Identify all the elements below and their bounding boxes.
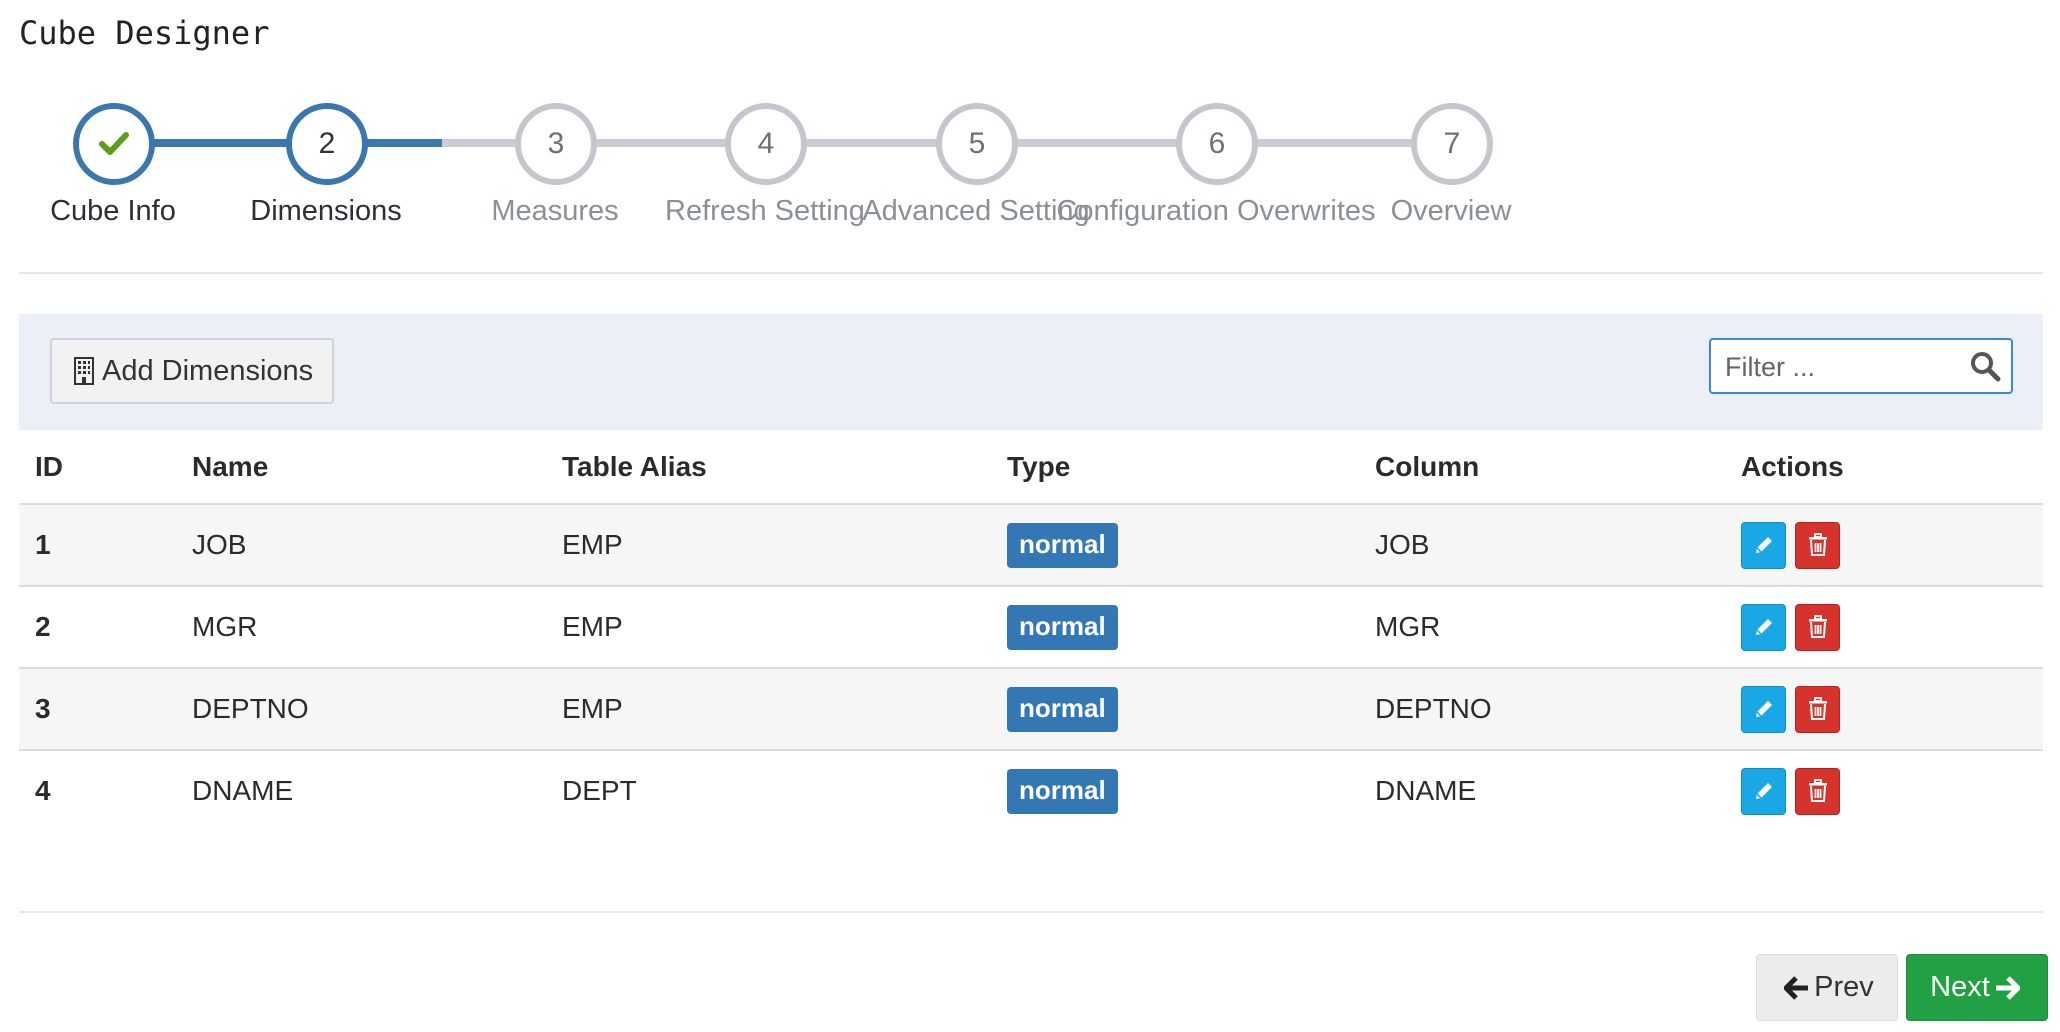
edit-button[interactable] — [1741, 685, 1786, 733]
step-circle: 5 — [936, 103, 1018, 185]
search-icon[interactable] — [1969, 350, 2001, 387]
type-badge: normal — [1007, 604, 1118, 650]
step-label: Overview — [1390, 195, 1512, 227]
cell-name: JOB — [176, 503, 546, 586]
header-column[interactable]: Column — [1359, 430, 1725, 504]
trash-icon — [1808, 779, 1827, 802]
cell-type: normal — [991, 585, 1359, 668]
delete-button[interactable] — [1795, 603, 1840, 651]
type-badge: normal — [1007, 768, 1118, 814]
cell-table-alias: EMP — [546, 503, 991, 586]
next-label: Next — [1930, 971, 1990, 1003]
prev-button[interactable]: Prev — [1756, 954, 1898, 1021]
table-header-row: ID Name Table Alias Type Column Actions — [19, 430, 2043, 504]
cell-actions — [1725, 503, 2043, 586]
building-icon — [74, 357, 94, 385]
table-row: 4 DNAME DEPT normal DNAME — [19, 749, 2043, 831]
type-badge: normal — [1007, 686, 1118, 732]
header-id[interactable]: ID — [19, 430, 176, 504]
header-actions: Actions — [1741, 450, 1844, 482]
header-type[interactable]: Type — [991, 430, 1359, 504]
edit-button[interactable] — [1741, 603, 1786, 651]
filter-field[interactable] — [1709, 338, 2013, 394]
cell-type: normal — [991, 749, 1359, 831]
dimensions-toolbar: Add Dimensions — [19, 314, 2043, 430]
cell-actions — [1725, 749, 2043, 831]
type-badge: normal — [1007, 522, 1118, 568]
wizard-stepper: Cube Info 2 Dimensions 3 Measures 4 Refr… — [0, 0, 2060, 280]
add-dimensions-label: Add Dimensions — [102, 354, 314, 387]
table-row: 1 JOB EMP normal JOB — [19, 503, 2043, 586]
pencil-icon — [1755, 619, 1772, 635]
cell-type: normal — [991, 667, 1359, 750]
table-row: 2 MGR EMP normal MGR — [19, 585, 2043, 668]
cell-id: 4 — [19, 749, 176, 831]
header-table-alias[interactable]: Table Alias — [546, 430, 991, 504]
cell-table-alias: EMP — [546, 585, 991, 668]
cell-table-alias: EMP — [546, 667, 991, 750]
delete-button[interactable] — [1795, 767, 1840, 815]
arrow-left-icon — [1784, 975, 1809, 1000]
step-circle: 2 — [286, 103, 368, 185]
pencil-icon — [1755, 537, 1772, 553]
delete-button[interactable] — [1795, 521, 1840, 569]
next-button[interactable]: Next — [1906, 954, 2048, 1021]
filter-input[interactable] — [1723, 348, 1967, 386]
cell-actions — [1725, 585, 2043, 668]
cell-type: normal — [991, 503, 1359, 586]
cell-actions — [1725, 667, 2043, 750]
cell-column: DNAME — [1359, 749, 1725, 831]
cell-column: DEPTNO — [1359, 667, 1725, 750]
arrow-right-icon — [1995, 975, 2020, 1000]
edit-button[interactable] — [1741, 767, 1786, 815]
table-row: 3 DEPTNO EMP normal DEPTNO — [19, 667, 2043, 750]
checkmark-icon — [99, 132, 129, 155]
cell-id: 2 — [19, 585, 176, 668]
divider-bottom — [19, 911, 2043, 913]
trash-icon — [1808, 533, 1827, 556]
dimensions-table: ID Name Table Alias Type Column Actions … — [19, 430, 2043, 831]
cell-column: MGR — [1359, 585, 1725, 668]
edit-button[interactable] — [1741, 521, 1786, 569]
header-name[interactable]: Name — [176, 430, 546, 504]
step-circle — [73, 103, 155, 185]
cell-name: DNAME — [176, 749, 546, 831]
cell-id: 3 — [19, 667, 176, 750]
pencil-icon — [1755, 783, 1772, 799]
trash-icon — [1808, 697, 1827, 720]
divider-top — [19, 272, 2043, 274]
cell-name: DEPTNO — [176, 667, 546, 750]
cell-id: 1 — [19, 503, 176, 586]
trash-icon — [1808, 615, 1827, 638]
step-circle: 7 — [1411, 103, 1493, 185]
step-circle: 4 — [725, 103, 807, 185]
prev-label: Prev — [1814, 971, 1874, 1003]
cell-table-alias: DEPT — [546, 749, 991, 831]
pencil-icon — [1755, 701, 1772, 717]
step-circle: 6 — [1176, 103, 1258, 185]
cell-column: JOB — [1359, 503, 1725, 586]
delete-button[interactable] — [1795, 685, 1840, 733]
step-circle: 3 — [515, 103, 597, 185]
add-dimensions-button[interactable]: Add Dimensions — [50, 338, 334, 404]
cell-name: MGR — [176, 585, 546, 668]
